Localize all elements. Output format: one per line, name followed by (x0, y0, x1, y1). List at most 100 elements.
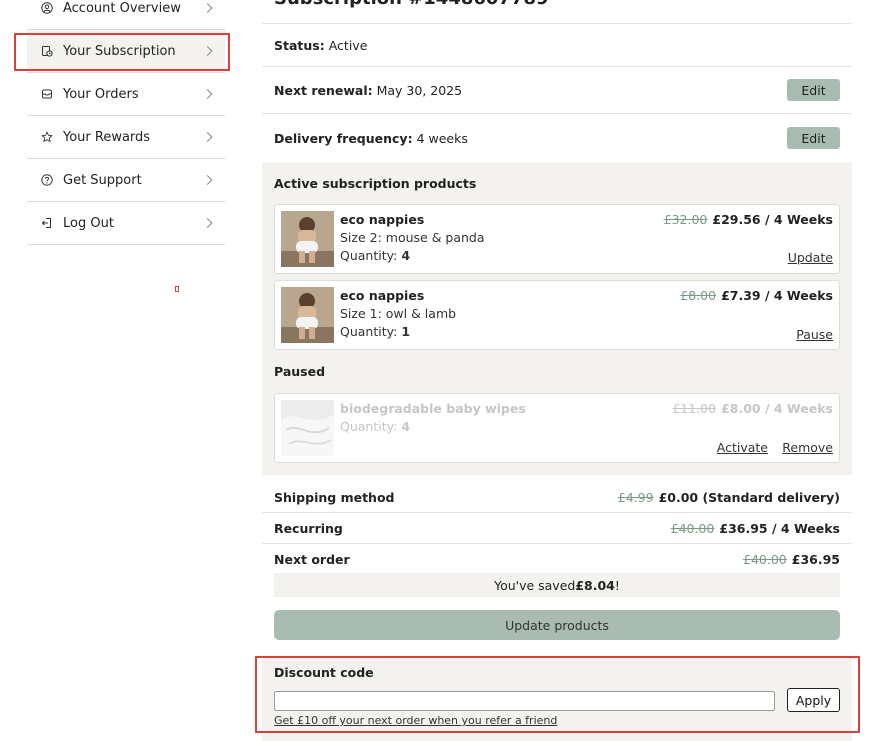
product-variant: Size 1: owl & lamb (340, 306, 457, 321)
star-icon (41, 131, 53, 143)
product-image (281, 287, 334, 343)
sidebar-item-account-overview[interactable]: Account Overview (27, 0, 225, 30)
status-row: Status: Active (274, 38, 367, 53)
sidebar-item-label: Account Overview (63, 0, 181, 16)
sidebar-item-your-subscription[interactable]: Your Subscription (27, 30, 225, 73)
old-price: £8.00 (680, 288, 717, 303)
sidebar-item-log-out[interactable]: Log Out (27, 202, 225, 245)
current-price: £36.95 (791, 552, 840, 567)
divider (262, 113, 852, 114)
product-name: eco nappies (340, 212, 425, 227)
next-order-value: £40.00 £36.95 (743, 552, 840, 567)
paused-product-card: biodegradable baby wipes Quantity: 4 £11… (274, 393, 840, 463)
chevron-right-icon (202, 89, 213, 99)
edit-renewal-button[interactable]: Edit (787, 79, 840, 101)
edit-frequency-button[interactable]: Edit (787, 127, 840, 149)
chevron-right-icon (202, 132, 213, 142)
sidebar-item-label: Get Support (63, 172, 142, 188)
renewal-row: Next renewal: May 30, 2025 (274, 83, 462, 98)
discount-panel: Discount code Apply Get £10 off your nex… (262, 657, 852, 741)
old-price: £40.00 (670, 521, 715, 536)
saved-prefix: You've saved (494, 577, 576, 593)
renewal-label: Next renewal: (274, 83, 373, 98)
recurring-label: Recurring (274, 521, 343, 536)
chevron-right-icon (202, 175, 213, 185)
current-price: £36.95 / 4 Weeks (719, 521, 840, 536)
product-image (281, 400, 334, 456)
current-price: £7.39 / 4 Weeks (721, 288, 833, 303)
product-name: eco nappies (340, 288, 425, 303)
product-quantity: Quantity: 1 (340, 324, 410, 339)
product-quantity: Quantity: 4 (340, 419, 410, 434)
box-icon (41, 88, 53, 100)
shipping-value: £4.99 £0.00 (Standard delivery) (618, 490, 840, 505)
chevron-right-icon (202, 218, 213, 228)
product-price: £11.00 £8.00 / 4 Weeks (672, 401, 833, 416)
paused-heading: Paused (274, 364, 326, 379)
divider (262, 23, 852, 24)
logout-icon (41, 217, 53, 229)
pause-product-link[interactable]: Pause (796, 327, 833, 342)
divider (262, 512, 852, 513)
sidebar-item-your-rewards[interactable]: Your Rewards (27, 116, 225, 159)
shipping-row: Shipping method £4.99 £0.00 (Standard del… (274, 490, 840, 505)
discount-code-input[interactable] (274, 691, 775, 711)
status-value: Active (328, 38, 368, 53)
apply-discount-button[interactable]: Apply (787, 688, 840, 712)
activate-product-link[interactable]: Activate (717, 440, 768, 455)
sidebar-item-label: Log Out (63, 215, 114, 231)
product-price: £8.00 £7.39 / 4 Weeks (680, 288, 833, 303)
old-price: £11.00 (672, 401, 717, 416)
chevron-right-icon (202, 46, 213, 56)
sidebar-item-label: Your Orders (63, 86, 139, 102)
discount-heading: Discount code (274, 665, 374, 680)
renewal-value: May 30, 2025 (376, 83, 463, 98)
saved-suffix: ! (614, 577, 620, 593)
product-card: eco nappies Size 2: mouse & panda Quanti… (274, 204, 840, 274)
subscription-clock-icon (41, 45, 53, 57)
sidebar-item-get-support[interactable]: Get Support (27, 159, 225, 202)
product-price: £32.00 £29.56 / 4 Weeks (664, 212, 833, 227)
product-card: eco nappies Size 1: owl & lamb Quantity:… (274, 280, 840, 350)
chevron-right-icon (202, 3, 213, 13)
update-products-button[interactable]: Update products (274, 610, 840, 640)
user-circle-icon (41, 2, 53, 14)
help-icon (41, 174, 53, 186)
status-label: Status: (274, 38, 325, 53)
sidebar-item-your-orders[interactable]: Your Orders (27, 73, 225, 116)
savings-banner: You've saved £8.04! (274, 573, 840, 597)
quantity-value: 4 (401, 248, 411, 263)
update-product-link[interactable]: Update (788, 250, 833, 265)
quantity-label: Quantity: (340, 248, 398, 263)
next-order-label: Next order (274, 552, 350, 567)
frequency-label: Delivery frequency: (274, 131, 413, 146)
product-image (281, 211, 334, 267)
active-products-heading: Active subscription products (274, 176, 477, 191)
next-order-row: Next order £40.00 £36.95 (274, 552, 840, 567)
quantity-value: 1 (401, 324, 411, 339)
page-title: Subscription #1448607789 (274, 0, 549, 9)
old-price: £4.99 (617, 490, 654, 505)
products-panel: Active subscription products eco nappies… (262, 162, 852, 475)
product-variant: Size 2: mouse & panda (340, 230, 485, 245)
quantity-label: Quantity: (340, 324, 398, 339)
recurring-row: Recurring £40.00 £36.95 / 4 Weeks (274, 521, 840, 536)
remove-product-link[interactable]: Remove (782, 440, 833, 455)
old-price: £32.00 (663, 212, 708, 227)
sidebar-item-label: Your Subscription (63, 43, 176, 59)
refer-friend-link[interactable]: Get £10 off your next order when you ref… (274, 714, 557, 727)
saved-amount: £8.04 (575, 577, 615, 593)
current-price: £8.00 / 4 Weeks (721, 401, 833, 416)
quantity-label: Quantity: (340, 419, 398, 434)
recurring-value: £40.00 £36.95 / 4 Weeks (671, 521, 840, 536)
product-name: biodegradable baby wipes (340, 401, 526, 416)
frequency-row: Delivery frequency: 4 weeks (274, 131, 468, 146)
cursor-marker (175, 286, 179, 292)
shipping-label: Shipping method (274, 490, 395, 505)
current-price: £29.56 / 4 Weeks (712, 212, 833, 227)
quantity-value: 4 (401, 419, 411, 434)
current-price: £0.00 (Standard delivery) (658, 490, 840, 505)
divider (262, 66, 852, 67)
frequency-value: 4 weeks (416, 131, 468, 146)
old-price: £40.00 (743, 552, 787, 567)
